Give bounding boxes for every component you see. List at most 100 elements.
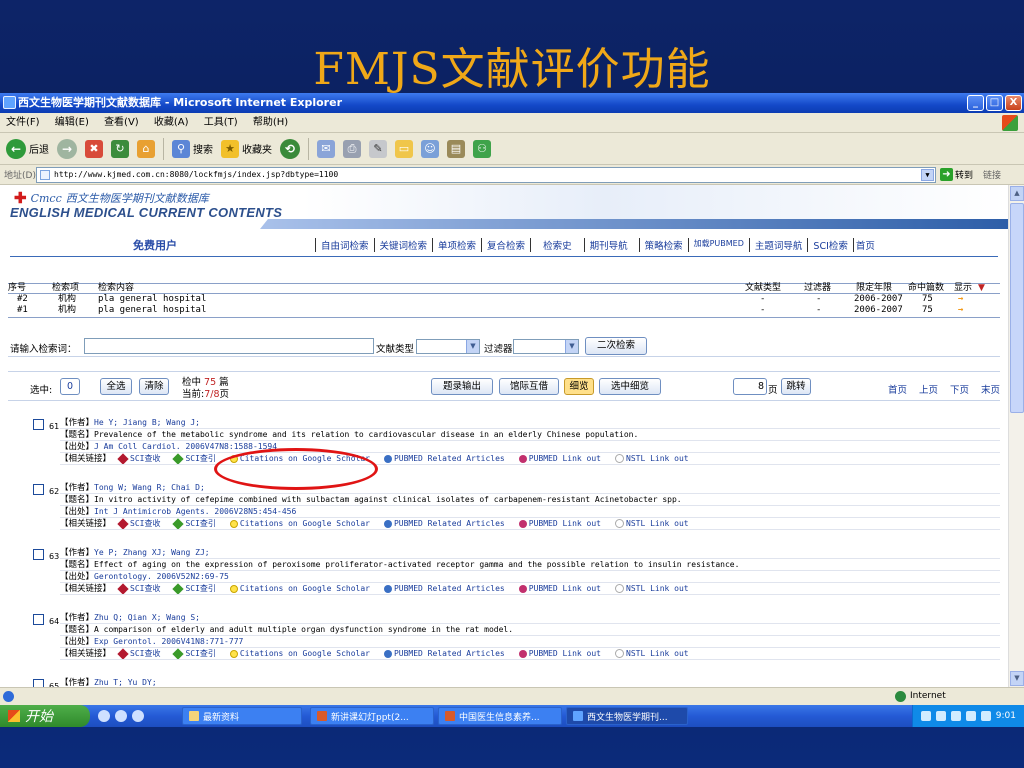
pubmed-linkout-label[interactable]: PUBMED Link out — [529, 584, 601, 593]
chevron-down-icon[interactable]: ▼ — [466, 340, 479, 353]
nav-load-pubmed[interactable]: 加载PUBMED — [687, 238, 749, 252]
sci-cited-link[interactable]: SCI查收 — [117, 453, 166, 464]
research-icon[interactable]: ▤ — [447, 139, 465, 158]
sci-cited-link[interactable]: SCI查收 — [117, 648, 166, 659]
refresh-icon[interactable]: ↻ — [111, 139, 129, 158]
address-input[interactable]: http://www.kjmed.com.cn:8080/lockfmjs/in… — [36, 166, 936, 183]
task-folder[interactable]: 最新资料 — [182, 707, 302, 725]
pubmed-linkout-link[interactable]: PUBMED Link out — [517, 649, 607, 658]
nav-subject-nav[interactable]: 主题词导航 — [748, 238, 808, 252]
go-button[interactable]: ➜ 转到 — [940, 168, 973, 181]
sci-cited-label[interactable]: SCI查收 — [130, 519, 160, 528]
people-icon[interactable]: ⚇ — [473, 139, 491, 158]
interlibrary-loan-button[interactable]: 馆际互借 — [499, 378, 559, 395]
scroll-thumb[interactable] — [1010, 203, 1024, 413]
record-source[interactable]: Exp Gerontol. 2006V41N8:771-777 — [94, 637, 243, 646]
nav-sci-search[interactable]: SCI检索 — [807, 238, 852, 252]
first-page-link[interactable]: 首页 — [888, 382, 907, 396]
sci-ref-link[interactable]: SCI查引 — [172, 453, 221, 464]
nstl-linkout-label[interactable]: NSTL Link out — [626, 519, 689, 528]
close-button[interactable]: X — [1005, 95, 1022, 111]
nav-journal-nav[interactable]: 期刊导航 — [583, 238, 633, 252]
nav-search-history[interactable]: 检索史 — [530, 238, 584, 252]
menu-edit[interactable]: 编辑(E) — [55, 117, 89, 128]
record-source[interactable]: Int J Antimicrob Agents. 2006V28N5:454-4… — [94, 507, 296, 516]
history-icon[interactable]: ⟲ — [280, 138, 300, 159]
chevron-down-icon[interactable]: ▼ — [565, 340, 578, 353]
select-all-button[interactable]: 全选 — [100, 378, 132, 395]
jump-button[interactable]: 跳转 — [781, 378, 811, 395]
record-checkbox[interactable] — [33, 484, 44, 495]
pubmed-related-label[interactable]: PUBMED Related Articles — [394, 584, 505, 593]
sci-ref-label[interactable]: SCI查引 — [185, 519, 215, 528]
home-icon[interactable]: ⌂ — [137, 139, 155, 158]
favorites-star-icon[interactable]: ★ — [221, 139, 239, 158]
sort-down-icon[interactable]: ▼ — [978, 283, 985, 294]
address-url[interactable]: http://www.kjmed.com.cn:8080/lockfmjs/in… — [54, 170, 338, 179]
mail-icon[interactable]: ✉ — [317, 139, 335, 158]
nstl-linkout-link[interactable]: NSTL Link out — [613, 454, 695, 463]
sci-cited-link[interactable]: SCI查收 — [117, 518, 166, 529]
last-page-link[interactable]: 末页 — [981, 382, 1000, 396]
next-page-link[interactable]: 下页 — [950, 382, 969, 396]
window-titlebar[interactable]: 西文生物医学期刊文献数据库 - Microsoft Internet Explo… — [0, 93, 1024, 113]
pubmed-related-link[interactable]: PUBMED Related Articles — [382, 584, 511, 593]
google-scholar-link[interactable]: Citations on Google Scholar — [228, 519, 376, 528]
pubmed-related-link[interactable]: PUBMED Related Articles — [382, 519, 511, 528]
start-label[interactable]: 开始 — [25, 706, 53, 726]
google-scholar-label[interactable]: Citations on Google Scholar — [240, 649, 370, 658]
export-button[interactable]: 题录输出 — [431, 378, 493, 395]
sci-cited-label[interactable]: SCI查收 — [130, 584, 160, 593]
nav-strategy-search[interactable]: 策略检索 — [638, 238, 688, 252]
task-ie[interactable]: 西文生物医学期刊... — [566, 707, 688, 725]
pubmed-linkout-link[interactable]: PUBMED Link out — [517, 454, 607, 463]
record-source[interactable]: Gerontology. 2006V52N2:69-75 — [94, 572, 229, 581]
pubmed-linkout-link[interactable]: PUBMED Link out — [517, 584, 607, 593]
search-icon[interactable]: ⚲ — [172, 139, 190, 158]
google-scholar-label[interactable]: Citations on Google Scholar — [240, 454, 370, 463]
sci-ref-link[interactable]: SCI查引 — [172, 518, 221, 529]
selected-detail-button[interactable]: 选中细览 — [599, 378, 661, 395]
vertical-scrollbar[interactable]: ▲ ▼ — [1008, 185, 1024, 687]
record-authors[interactable]: Ye P; Zhang XJ; Wang ZJ; — [94, 548, 210, 557]
scroll-up-icon[interactable]: ▲ — [1010, 186, 1024, 201]
google-scholar-link[interactable]: Citations on Google Scholar — [228, 649, 376, 658]
doctype-select[interactable]: ▼ — [416, 339, 480, 354]
pubmed-related-link[interactable]: PUBMED Related Articles — [382, 454, 511, 463]
ie-launch-icon[interactable] — [115, 710, 127, 722]
back-arrow-icon[interactable]: ← — [6, 138, 26, 159]
nstl-linkout-label[interactable]: NSTL Link out — [626, 454, 689, 463]
record-authors[interactable]: He Y; Jiang B; Wang J; — [94, 418, 200, 427]
wireless-icon[interactable] — [980, 711, 991, 721]
nstl-linkout-link[interactable]: NSTL Link out — [613, 649, 695, 658]
windows-flag-icon[interactable] — [8, 710, 20, 722]
pubmed-related-label[interactable]: PUBMED Related Articles — [394, 454, 505, 463]
menu-file[interactable]: 文件(F) — [6, 117, 40, 128]
task-ppt-2[interactable]: 中国医生信息素养... — [438, 707, 562, 725]
edit-icon[interactable]: ✎ — [369, 139, 387, 158]
sci-ref-link[interactable]: SCI查引 — [172, 583, 221, 594]
forward-arrow-icon[interactable]: → — [57, 138, 77, 159]
sci-ref-label[interactable]: SCI查引 — [185, 584, 215, 593]
detail-button[interactable]: 细览 — [564, 378, 594, 395]
volume-icon[interactable] — [965, 711, 976, 721]
print-icon[interactable]: ⎙ — [343, 139, 361, 158]
media-icon[interactable] — [132, 710, 144, 722]
filter-select[interactable]: ▼ — [513, 339, 579, 354]
scroll-down-icon[interactable]: ▼ — [1010, 671, 1024, 686]
record-source[interactable]: J Am Coll Cardiol. 2006V47N8:1588-1594 — [94, 442, 277, 451]
favorites-label[interactable]: 收藏夹 — [242, 141, 272, 156]
go-arrow-icon[interactable]: ➜ — [940, 168, 953, 181]
messenger-icon[interactable]: ☺ — [421, 139, 439, 158]
google-scholar-link[interactable]: Citations on Google Scholar — [228, 584, 376, 593]
record-authors[interactable]: Zhu T; Yu DY; — [94, 678, 157, 687]
search-input[interactable] — [85, 339, 373, 353]
task-ppt-1[interactable]: 新讲课幻灯ppt(2... — [310, 707, 434, 725]
prev-page-link[interactable]: 上页 — [919, 382, 938, 396]
maximize-button[interactable]: □ — [986, 95, 1003, 111]
pubmed-linkout-link[interactable]: PUBMED Link out — [517, 519, 607, 528]
go-label[interactable]: 转到 — [955, 168, 973, 181]
chevron-down-icon[interactable]: ▼ — [921, 168, 934, 181]
links-label[interactable]: 链接 — [983, 168, 1001, 181]
pubmed-linkout-label[interactable]: PUBMED Link out — [529, 649, 601, 658]
